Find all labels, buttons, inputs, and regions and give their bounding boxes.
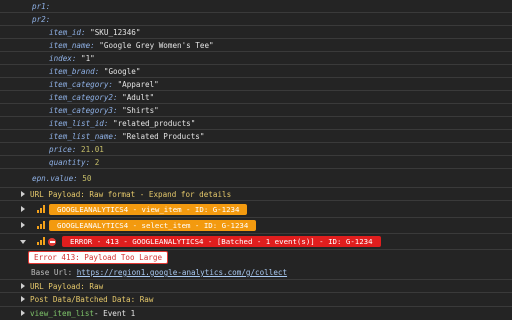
event-badge[interactable]: GOOGLEANALYTICS4 - view_item - ID: G-123… bbox=[49, 204, 248, 215]
base-url-row: Base Url: https://region1.google-analyti… bbox=[0, 266, 512, 280]
post-data-row[interactable]: Post Data/Batched Data: Raw bbox=[0, 293, 512, 307]
field-key: item_category3: bbox=[49, 105, 118, 115]
field-key: item_category2: bbox=[49, 92, 118, 102]
error-event-badge[interactable]: ERROR - 413 - GOOGLEANALYTICS4 - [Batche… bbox=[62, 236, 381, 247]
tree-row-pr1[interactable]: pr1: bbox=[0, 0, 512, 13]
field-row: item_brand: "Google" bbox=[0, 65, 512, 78]
field-value: "1" bbox=[81, 53, 95, 63]
event-row[interactable]: GOOGLEANALYTICS4 - select_item - ID: G-1… bbox=[0, 218, 512, 234]
field-row: item_category3: "Shirts" bbox=[0, 104, 512, 117]
expand-caret-icon[interactable] bbox=[21, 310, 25, 316]
event-row[interactable]: GOOGLEANALYTICS4 - view_item - ID: G-123… bbox=[0, 202, 512, 218]
field-row: item_list_name: "Related Products" bbox=[0, 130, 512, 143]
expand-caret-icon[interactable] bbox=[21, 222, 25, 228]
field-row: item_name: "Google Grey Women's Tee" bbox=[0, 39, 512, 52]
error-icon bbox=[48, 238, 56, 246]
field-row: index: "1" bbox=[0, 52, 512, 65]
event-inspector-panel: pr1: pr2: item_id: "SKU_12346" item_name… bbox=[0, 0, 512, 320]
price-key: price: bbox=[49, 144, 77, 154]
field-row-epn: epn.value: 50 bbox=[0, 169, 512, 188]
tree-row-pr2[interactable]: pr2: bbox=[0, 13, 512, 26]
pr1-key: pr1: bbox=[32, 1, 51, 11]
signal-bars-icon bbox=[37, 205, 45, 213]
field-value: "Google Grey Women's Tee" bbox=[99, 40, 214, 50]
field-value: "Shirts" bbox=[122, 105, 159, 115]
epn-key: epn.value: bbox=[32, 173, 78, 183]
event-row-error[interactable]: ERROR - 413 - GOOGLEANALYTICS4 - [Batche… bbox=[0, 234, 512, 250]
base-url-label: Base Url: bbox=[31, 268, 73, 277]
error-message: Error 413: Payload Too Large bbox=[28, 251, 169, 264]
view-item-list-suffix: - Event 1 bbox=[94, 309, 136, 318]
expand-caret-icon[interactable] bbox=[21, 191, 25, 197]
field-row: item_list_id: "related_products" bbox=[0, 117, 512, 130]
signal-bars-icon bbox=[37, 237, 45, 245]
url-payload-row[interactable]: URL Payload: Raw bbox=[0, 280, 512, 293]
field-value: "related_products" bbox=[113, 118, 196, 128]
field-row-quantity: quantity: 2 bbox=[0, 156, 512, 169]
pr2-key: pr2: bbox=[32, 14, 51, 24]
quantity-value: 2 bbox=[94, 157, 100, 167]
expand-caret-icon[interactable] bbox=[21, 296, 25, 302]
field-key: index: bbox=[49, 53, 77, 63]
field-row: item_category2: "Adult" bbox=[0, 91, 512, 104]
field-key: item_id: bbox=[49, 27, 86, 37]
expand-caret-icon[interactable] bbox=[21, 283, 25, 289]
url-payload-label: URL Payload: Raw bbox=[30, 281, 104, 291]
field-key: item_list_name: bbox=[49, 131, 118, 141]
price-value: 21.01 bbox=[81, 144, 104, 154]
field-value: "Adult" bbox=[122, 92, 155, 102]
url-payload-format-label: URL Payload: Raw format - Expand for det… bbox=[30, 189, 232, 199]
epn-value: 50 bbox=[82, 173, 92, 183]
field-value: "Related Products" bbox=[122, 131, 205, 141]
view-item-list-name: view_item_list bbox=[30, 309, 95, 318]
field-key: item_name: bbox=[49, 40, 95, 50]
base-url-link[interactable]: https://region1.google-analytics.com/g/c… bbox=[77, 268, 287, 277]
field-row-price: price: 21.01 bbox=[0, 143, 512, 156]
post-data-label: Post Data/Batched Data: Raw bbox=[30, 295, 154, 304]
signal-bars-icon bbox=[37, 221, 45, 229]
field-value: "SKU_12346" bbox=[90, 27, 141, 37]
quantity-key: quantity: bbox=[49, 157, 91, 167]
field-value: "Google" bbox=[103, 66, 141, 76]
field-key: item_category: bbox=[49, 79, 114, 89]
url-payload-format-row[interactable]: URL Payload: Raw format - Expand for det… bbox=[0, 188, 512, 201]
field-key: item_brand: bbox=[49, 66, 100, 76]
expand-caret-icon[interactable] bbox=[21, 206, 25, 212]
field-row: item_category: "Apparel" bbox=[0, 78, 512, 91]
collapse-caret-icon[interactable] bbox=[20, 240, 26, 244]
field-key: item_list_id: bbox=[49, 118, 109, 128]
field-row: item_id: "SKU_12346" bbox=[0, 26, 512, 39]
field-value: "Apparel" bbox=[117, 79, 159, 89]
event-badge[interactable]: GOOGLEANALYTICS4 - select_item - ID: G-1… bbox=[49, 220, 257, 231]
view-item-list-row[interactable]: view_item_list - Event 1 bbox=[0, 307, 512, 320]
